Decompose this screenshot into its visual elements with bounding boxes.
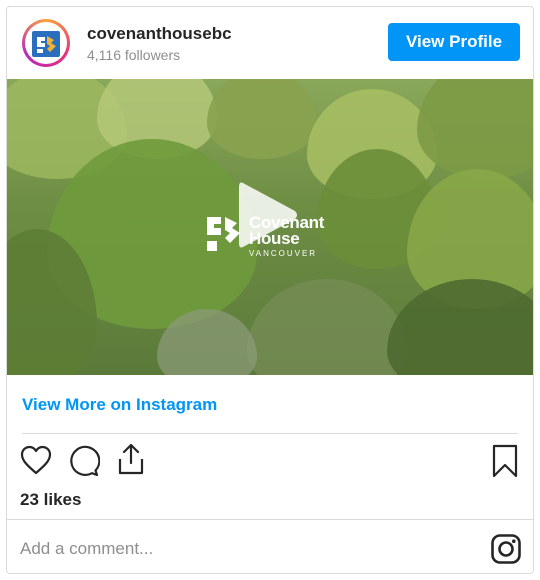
brand-location: VANCOUVER (249, 249, 318, 258)
heart-icon[interactable] (19, 444, 53, 476)
follower-count: 4,116 followers (87, 47, 181, 63)
brand-name-line2: House (249, 229, 300, 248)
comment-input[interactable] (20, 537, 460, 561)
instagram-embed-card: covenanthousebc 4,116 followers View Pro… (6, 6, 534, 574)
avatar-logo-icon (32, 31, 60, 57)
instagram-icon[interactable] (490, 533, 522, 565)
brand-logo-icon (207, 217, 240, 251)
share-icon[interactable] (115, 441, 147, 477)
bookmark-icon[interactable] (491, 443, 519, 479)
like-count[interactable]: 23 likes (20, 490, 81, 510)
comment-icon[interactable] (66, 444, 100, 478)
avatar[interactable] (22, 19, 70, 67)
divider (22, 433, 518, 434)
username[interactable]: covenanthousebc (87, 24, 232, 44)
post-video[interactable]: Covenant House VANCOUVER (7, 79, 533, 375)
view-profile-button[interactable]: View Profile (388, 23, 520, 61)
view-more-link[interactable]: View More on Instagram (22, 395, 217, 415)
divider (7, 519, 533, 520)
post-header: covenanthousebc 4,116 followers View Pro… (7, 7, 533, 79)
